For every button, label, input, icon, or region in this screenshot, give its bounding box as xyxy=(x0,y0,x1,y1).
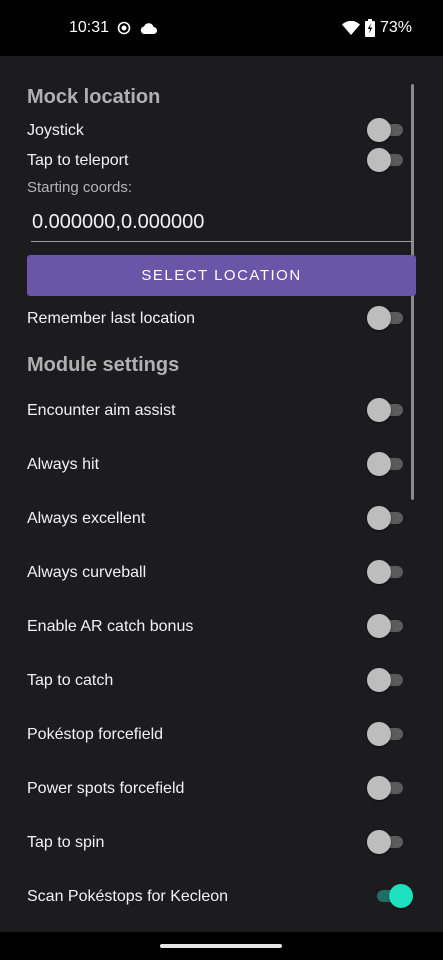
select-location-button[interactable]: SELECT LOCATION xyxy=(27,255,416,296)
remember-last-location-toggle[interactable] xyxy=(367,306,405,330)
toggle-thumb xyxy=(367,306,391,330)
settings-list[interactable]: Mock location Joystick Tap to teleport S… xyxy=(0,56,443,932)
joystick-label: Joystick xyxy=(27,122,84,139)
toggle-thumb xyxy=(367,118,391,142)
module-setting-label: Encounter aim assist xyxy=(27,402,176,419)
module-setting-toggle[interactable] xyxy=(367,884,413,908)
module-setting-label: Pokéstop forcefield xyxy=(27,726,164,743)
module-setting-toggle[interactable] xyxy=(367,398,405,422)
battery-percent: 73% xyxy=(380,19,413,36)
toggle-thumb xyxy=(367,614,391,638)
screen-record-icon xyxy=(117,21,131,35)
module-setting-toggle[interactable] xyxy=(367,560,405,584)
module-setting-toggle[interactable] xyxy=(367,452,405,476)
remember-last-location-label: Remember last location xyxy=(27,310,196,327)
toggle-thumb xyxy=(389,884,413,908)
toggle-thumb xyxy=(367,722,391,746)
tap-to-teleport-toggle[interactable] xyxy=(367,148,405,172)
toggle-thumb xyxy=(367,776,391,800)
module-setting-label: Tap to catch xyxy=(27,672,114,689)
module-settings-heading: Module settings xyxy=(27,354,180,376)
module-setting-label: Always hit xyxy=(27,456,100,473)
status-bar: 10:31 73% xyxy=(0,0,443,56)
module-setting-label: Enable AR catch bonus xyxy=(27,618,194,635)
coords-input[interactable] xyxy=(31,206,413,242)
toggle-thumb xyxy=(367,506,391,530)
mock-location-heading: Mock location xyxy=(27,86,161,108)
module-setting-label: Power spots forcefield xyxy=(27,780,185,797)
module-setting-label: Scan Pokéstops for Kecleon xyxy=(27,888,229,905)
module-setting-label: Always excellent xyxy=(27,510,146,527)
toggle-thumb xyxy=(367,148,391,172)
toggle-thumb xyxy=(367,830,391,854)
module-setting-toggle[interactable] xyxy=(367,830,405,854)
module-setting-toggle[interactable] xyxy=(367,722,405,746)
module-setting-toggle[interactable] xyxy=(367,668,405,692)
toggle-thumb xyxy=(367,398,391,422)
home-gesture-handle[interactable] xyxy=(160,944,282,948)
battery-charging-icon xyxy=(365,19,375,37)
status-time: 10:31 xyxy=(69,19,110,36)
joystick-toggle[interactable] xyxy=(367,118,405,142)
module-setting-toggle[interactable] xyxy=(367,776,405,800)
module-setting-toggle[interactable] xyxy=(367,506,405,530)
starting-coords-label: Starting coords: xyxy=(27,179,133,196)
toggle-thumb xyxy=(367,560,391,584)
wifi-icon xyxy=(342,21,360,35)
navigation-bar xyxy=(0,932,443,960)
tap-to-teleport-label: Tap to teleport xyxy=(27,152,129,169)
toggle-thumb xyxy=(367,452,391,476)
module-setting-label: Always curveball xyxy=(27,564,147,581)
cloud-icon xyxy=(140,23,157,34)
module-setting-label: Tap to spin xyxy=(27,834,105,851)
app-screen: 10:31 73% Mock location Joystick Tap to … xyxy=(0,0,443,960)
toggle-thumb xyxy=(367,668,391,692)
module-setting-toggle[interactable] xyxy=(367,614,405,638)
